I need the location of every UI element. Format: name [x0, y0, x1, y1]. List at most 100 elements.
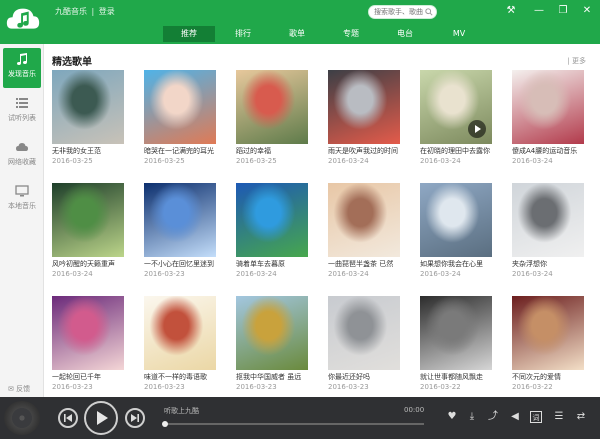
- playlist-card[interactable]: 骑着单车去暮原 2016-03-24: [236, 183, 308, 278]
- playlist-card[interactable]: 无非我的女王范 2016-03-25: [52, 70, 124, 165]
- playlist-date: 2016-03-23: [236, 383, 277, 391]
- search-input[interactable]: [369, 6, 425, 18]
- playlist-card[interactable]: 蹈过的幸福 2016-03-25: [236, 70, 308, 165]
- next-button[interactable]: [125, 408, 145, 428]
- playlist-title[interactable]: 蹈过的幸福: [236, 146, 320, 156]
- playlist-title[interactable]: 味道不一样的毒语歌: [144, 372, 228, 382]
- playlist-title[interactable]: 暗哭在一记满完的耳光: [144, 146, 228, 156]
- playlist-cover[interactable]: [420, 183, 492, 257]
- playlist-title[interactable]: 一曲琵琶半盏茶 已然: [328, 259, 412, 269]
- playlist-card[interactable]: 味道不一样的毒语歌 2016-03-23: [144, 296, 216, 391]
- playlist-cover[interactable]: [236, 183, 308, 257]
- search-icon[interactable]: [425, 8, 433, 16]
- more-link[interactable]: | 更多: [567, 56, 586, 66]
- play-button[interactable]: [84, 401, 118, 435]
- playlist-title[interactable]: 就让世事都随风飘走: [420, 372, 504, 382]
- lyrics-icon[interactable]: 词: [530, 411, 542, 423]
- playlist-card[interactable]: 傻成A4腰的运动音乐 2016-03-24: [512, 70, 584, 165]
- heart-icon[interactable]: ♥: [446, 411, 458, 423]
- tab-topics[interactable]: 专题: [325, 26, 377, 42]
- playlist-date: 2016-03-24: [52, 270, 93, 278]
- playlist-cover[interactable]: [236, 70, 308, 144]
- tab-mv[interactable]: MV: [433, 26, 485, 42]
- playlist-icon[interactable]: ☰: [553, 411, 565, 423]
- playlist-card[interactable]: 如果想你我会在心里 2016-03-24: [420, 183, 492, 278]
- playlist-card[interactable]: 一起轮回已千年 2016-03-23: [52, 296, 124, 391]
- sidebar-item-cloud[interactable]: 网络收藏: [3, 136, 41, 176]
- playlist-cover[interactable]: [52, 70, 124, 144]
- tab-radio[interactable]: 电台: [379, 26, 431, 42]
- close-icon[interactable]: ✕: [580, 4, 594, 18]
- title-bar: 九酷音乐 | 登录 ⚒ — ❐ ✕ 推荐 排行 歌单 专题 电台 MV: [0, 0, 600, 44]
- playlist-cover[interactable]: [144, 183, 216, 257]
- playlist-card[interactable]: 抠我中华国威者 虽远 2016-03-23: [236, 296, 308, 391]
- feedback-label: 反馈: [16, 385, 31, 393]
- play-overlay-icon[interactable]: [468, 120, 486, 138]
- feedback-link[interactable]: ✉ 反馈: [8, 384, 30, 394]
- sidebar-item-discover[interactable]: 发现音乐: [3, 48, 41, 88]
- previous-button[interactable]: [58, 408, 78, 428]
- tab-ranking[interactable]: 排行: [217, 26, 269, 42]
- playlist-cover[interactable]: [328, 183, 400, 257]
- playlist-title[interactable]: 一起轮回已千年: [52, 372, 136, 382]
- playlist-title[interactable]: 如果想你我会在心里: [420, 259, 504, 269]
- album-disc[interactable]: [4, 401, 40, 435]
- playlist-card[interactable]: 不同次元的爱情 2016-03-22: [512, 296, 584, 391]
- playlist-card[interactable]: 在初晓的理田中去露你 2016-03-24: [420, 70, 492, 165]
- playlist-card[interactable]: 雨天是吹声我过的时间 2016-03-24: [328, 70, 400, 165]
- playlist-date: 2016-03-22: [420, 383, 461, 391]
- playlist-cover[interactable]: [52, 296, 124, 370]
- playlist-date: 2016-03-24: [512, 157, 553, 165]
- playlist-date: 2016-03-23: [52, 383, 93, 391]
- playlist-title[interactable]: 风吟初醒的天籁重声: [52, 259, 136, 269]
- play-icon: [97, 411, 108, 425]
- sidebar-item-label: 本地音乐: [8, 202, 36, 210]
- playlist-date: 2016-03-23: [144, 383, 185, 391]
- sidebar-item-local[interactable]: 本地音乐: [3, 180, 41, 220]
- playlist-cover[interactable]: [512, 296, 584, 370]
- previous-icon: [64, 414, 72, 422]
- playlist-cover[interactable]: [52, 183, 124, 257]
- restore-icon[interactable]: ❐: [556, 4, 570, 18]
- tools-icon[interactable]: ⚒: [504, 4, 518, 18]
- playlist-title[interactable]: 傻成A4腰的运动音乐: [512, 146, 596, 156]
- progress-bar[interactable]: [162, 421, 424, 427]
- playlist-cover[interactable]: [420, 70, 492, 144]
- playlist-cover[interactable]: [512, 70, 584, 144]
- playlist-cover[interactable]: [236, 296, 308, 370]
- playlist-title[interactable]: 不同次元的爱情: [512, 372, 596, 382]
- playlist-title[interactable]: 抠我中华国威者 虽远: [236, 372, 320, 382]
- volume-icon[interactable]: ◀: [509, 411, 521, 423]
- login-link[interactable]: 登录: [99, 7, 115, 16]
- playlist-cover[interactable]: [328, 296, 400, 370]
- playlist-card[interactable]: 风吟初醒的天籁重声 2016-03-24: [52, 183, 124, 278]
- tab-recommend[interactable]: 推荐: [163, 26, 215, 42]
- playlist-cover[interactable]: [328, 70, 400, 144]
- share-icon[interactable]: ⤴: [487, 411, 499, 423]
- playlist-cover[interactable]: [144, 296, 216, 370]
- loop-icon[interactable]: ⇄: [575, 411, 587, 423]
- playlist-card[interactable]: 一不小心在回忆里迷到 2016-03-23: [144, 183, 216, 278]
- download-icon[interactable]: ⤓: [466, 411, 478, 423]
- search-box[interactable]: [368, 5, 437, 19]
- playlist-cover[interactable]: [512, 183, 584, 257]
- playlist-title[interactable]: 夹杂浮想你: [512, 259, 596, 269]
- sidebar-item-trial-list[interactable]: 试听列表: [3, 92, 41, 132]
- playlist-date: 2016-03-24: [420, 157, 461, 165]
- playlist-cover[interactable]: [144, 70, 216, 144]
- playlist-cover[interactable]: [420, 296, 492, 370]
- playlist-title[interactable]: 无非我的女王范: [52, 146, 136, 156]
- playlist-title[interactable]: 一不小心在回忆里迷到: [144, 259, 228, 269]
- playlist-card[interactable]: 夹杂浮想你 2016-03-24: [512, 183, 584, 278]
- minimize-icon[interactable]: —: [532, 4, 546, 18]
- playlist-title[interactable]: 骑着单车去暮原: [236, 259, 320, 269]
- playlist-title[interactable]: 在初晓的理田中去露你: [420, 146, 504, 156]
- playlist-title[interactable]: 你最近还好吗: [328, 372, 412, 382]
- playlist-title[interactable]: 雨天是吹声我过的时间: [328, 146, 412, 156]
- playlist-card[interactable]: 一曲琵琶半盏茶 已然 2016-03-24: [328, 183, 400, 278]
- tab-playlists[interactable]: 歌单: [271, 26, 323, 42]
- playlist-card[interactable]: 就让世事都随风飘走 2016-03-22: [420, 296, 492, 391]
- playlist-card[interactable]: 你最近还好吗 2016-03-23: [328, 296, 400, 391]
- playlist-card[interactable]: 暗哭在一记满完的耳光 2016-03-25: [144, 70, 216, 165]
- progress-knob[interactable]: [162, 421, 168, 427]
